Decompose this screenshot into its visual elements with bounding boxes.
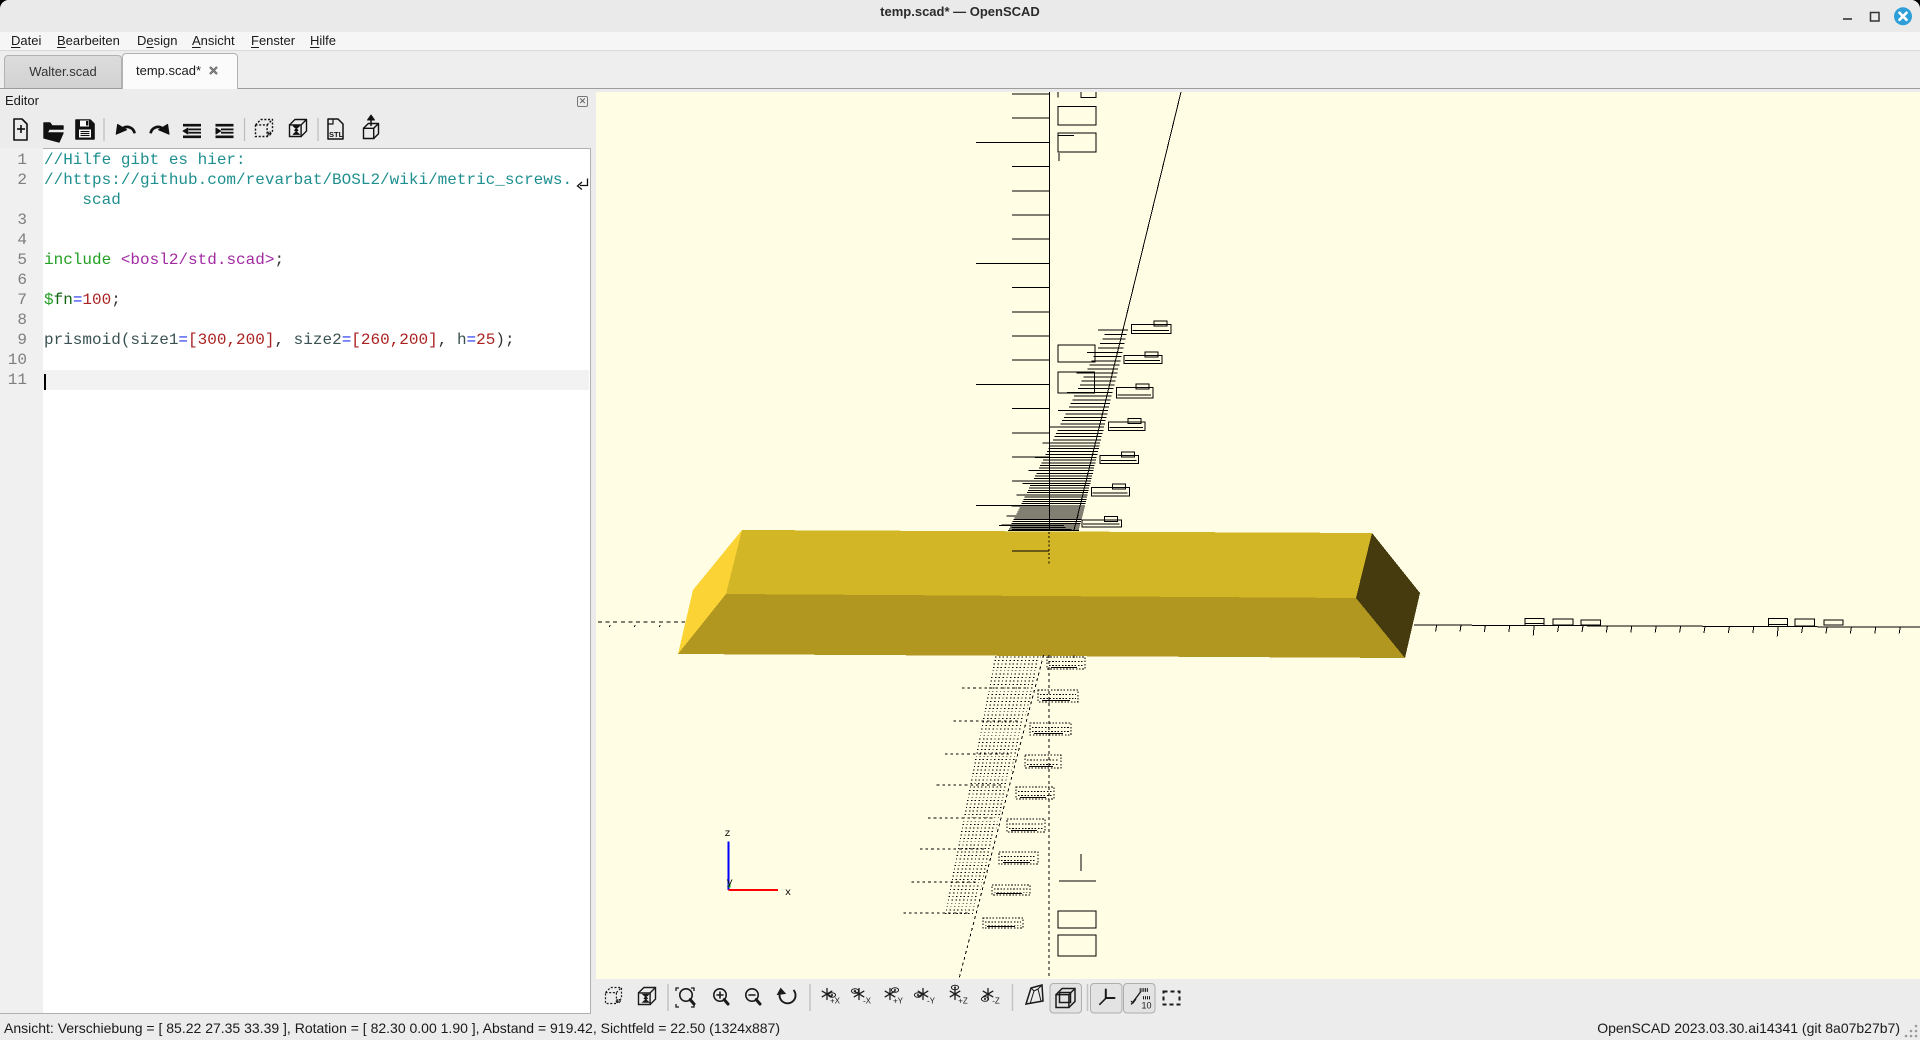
svg-text:+X: +X [830, 997, 841, 1006]
svg-text:-Z: -Z [992, 997, 1000, 1006]
svg-text:»: » [267, 128, 273, 139]
svg-text:-X: -X [863, 997, 872, 1006]
svg-text:-Y: -Y [927, 997, 936, 1006]
svg-text:»: » [616, 996, 622, 1007]
svg-text:STL: STL [329, 130, 344, 139]
svg-text:+Z: +Z [958, 997, 968, 1006]
svg-text:z: z [724, 828, 730, 840]
svg-text:+Y: +Y [893, 997, 904, 1006]
svg-text:10: 10 [1141, 1001, 1151, 1011]
svg-text:y: y [726, 877, 732, 889]
svg-text:x: x [785, 887, 791, 899]
